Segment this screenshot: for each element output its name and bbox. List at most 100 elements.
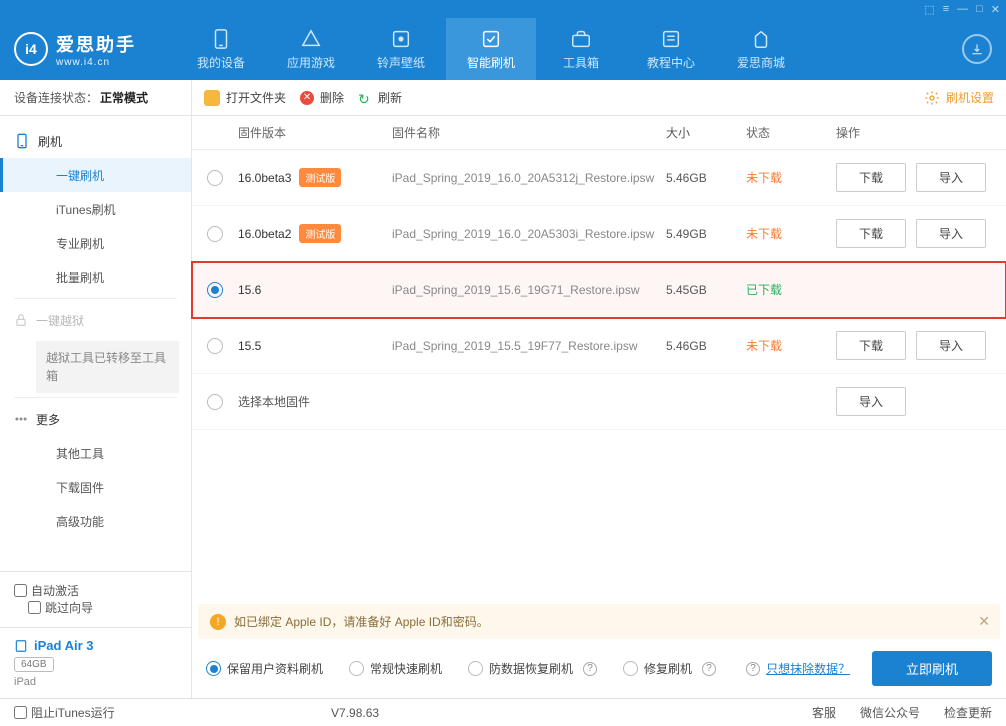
firmware-row[interactable]: 16.0beta3测试版iPad_Spring_2019_16.0_20A531…: [192, 150, 1006, 206]
device-card[interactable]: iPad Air 3 64GB iPad: [0, 627, 191, 698]
download-button[interactable]: 下载: [836, 219, 906, 248]
sidebar-item[interactable]: 一键刷机: [0, 158, 191, 192]
sidebar-item[interactable]: 批量刷机: [0, 260, 191, 294]
nav-icon: [480, 28, 502, 50]
row-radio[interactable]: [207, 170, 223, 186]
flash-option[interactable]: 防数据恢复刷机?: [468, 660, 597, 677]
win-close-icon[interactable]: ✕: [991, 3, 1000, 16]
win-btn[interactable]: ≡: [943, 3, 949, 15]
version-text: 16.0beta2: [238, 227, 291, 241]
nav-tab-4[interactable]: 工具箱: [536, 18, 626, 80]
nav-tab-1[interactable]: 应用游戏: [266, 18, 356, 80]
row-radio[interactable]: [207, 226, 223, 242]
titlebar: ⬚ ≡ — □ ✕: [0, 0, 1006, 18]
version-text: 15.5: [238, 339, 261, 353]
row-radio[interactable]: [207, 338, 223, 354]
nav-icon: [570, 28, 592, 50]
help-icon[interactable]: ?: [702, 662, 716, 676]
firmware-status: 未下载: [746, 225, 836, 242]
block-itunes-checkbox[interactable]: 阻止iTunes运行: [14, 704, 115, 721]
sidebar-item[interactable]: 专业刷机: [0, 226, 191, 260]
nav-icon: [300, 28, 322, 50]
sidebar-item[interactable]: 其他工具: [0, 436, 191, 470]
sidebar-item[interactable]: iTunes刷机: [0, 192, 191, 226]
firmware-size: 5.46GB: [666, 171, 746, 185]
only-erase-link[interactable]: 只想抹除数据？: [766, 660, 850, 677]
download-button[interactable]: 下载: [836, 331, 906, 360]
firmware-size: 5.49GB: [666, 227, 746, 241]
nav-tabs: 我的设备应用游戏铃声壁纸智能刷机工具箱教程中心爱思商城: [176, 18, 806, 80]
firmware-row[interactable]: 15.6iPad_Spring_2019_15.6_19G71_Restore.…: [192, 262, 1006, 318]
delete-icon: ✕: [300, 91, 314, 105]
ipad-icon: [14, 639, 28, 653]
footer-link[interactable]: 检查更新: [944, 704, 992, 721]
flash-now-button[interactable]: 立即刷机: [872, 651, 992, 686]
sidebar-group-more[interactable]: 更多: [0, 402, 191, 436]
app-title: 爱思助手: [56, 31, 136, 57]
sidebar-item[interactable]: 高级功能: [0, 504, 191, 538]
nav-tab-5[interactable]: 教程中心: [626, 18, 716, 80]
footer-link[interactable]: 客服: [812, 704, 836, 721]
import-button[interactable]: 导入: [836, 387, 906, 416]
import-button[interactable]: 导入: [916, 331, 986, 360]
flash-option[interactable]: 保留用户资料刷机: [206, 660, 323, 677]
nav-tab-2[interactable]: 铃声壁纸: [356, 18, 446, 80]
win-maximize-icon[interactable]: □: [976, 3, 983, 15]
firmware-size: 5.45GB: [666, 283, 746, 297]
firmware-name: iPad_Spring_2019_16.0_20A5312j_Restore.i…: [392, 171, 666, 185]
firmware-row[interactable]: 15.5 iPad_Spring_2019_15.5_19F77_Restore.…: [192, 318, 1006, 374]
col-name: 固件名称: [392, 124, 666, 141]
row-radio[interactable]: [207, 282, 223, 298]
beta-badge: 测试版: [299, 224, 341, 243]
win-btn[interactable]: ⬚: [924, 3, 934, 16]
sidebar-item[interactable]: 下载固件: [0, 470, 191, 504]
refresh-button[interactable]: ↻刷新: [358, 89, 402, 106]
win-minimize-icon[interactable]: —: [957, 3, 968, 15]
row-radio[interactable]: [207, 394, 223, 410]
skip-guide-checkbox[interactable]: 跳过向导: [28, 599, 93, 616]
firmware-status: 未下载: [746, 169, 836, 186]
option-radio[interactable]: [206, 661, 221, 676]
import-button[interactable]: 导入: [916, 163, 986, 192]
help-icon[interactable]: ?: [583, 662, 597, 676]
sidebar-group-jailbreak: 一键越狱: [0, 303, 191, 337]
version-text: 15.6: [238, 283, 261, 297]
nav-tab-3[interactable]: 智能刷机: [446, 18, 536, 80]
lock-icon: [14, 313, 28, 327]
gear-icon: [924, 90, 940, 106]
main: 打开文件夹 ✕删除 ↻刷新 刷机设置 固件版本 固件名称 大小 状态 操作 16…: [192, 80, 1006, 698]
version-text: 16.0beta3: [238, 171, 291, 185]
local-firmware-row[interactable]: 选择本地固件导入: [192, 374, 1006, 430]
delete-button[interactable]: ✕删除: [300, 89, 344, 106]
footer-link[interactable]: 微信公众号: [860, 704, 920, 721]
firmware-name: iPad_Spring_2019_16.0_20A5303i_Restore.i…: [392, 227, 666, 241]
firmware-status: 已下载: [746, 281, 836, 298]
auto-activate-checkbox[interactable]: 自动激活: [14, 582, 177, 599]
open-folder-button[interactable]: 打开文件夹: [204, 89, 286, 106]
flash-settings-button[interactable]: 刷机设置: [924, 89, 994, 106]
folder-icon: [204, 90, 220, 106]
footer: 阻止iTunes运行 V7.98.63 客服 微信公众号 检查更新: [0, 698, 1006, 726]
option-radio[interactable]: [349, 661, 364, 676]
sidebar-group-flash[interactable]: 刷机: [0, 124, 191, 158]
app-subtitle: www.i4.cn: [56, 57, 136, 68]
nav-icon: [750, 28, 772, 50]
nav-tab-6[interactable]: 爱思商城: [716, 18, 806, 80]
download-button[interactable]: 下载: [836, 163, 906, 192]
firmware-name: iPad_Spring_2019_15.5_19F77_Restore.ipsw: [392, 339, 666, 353]
help-icon[interactable]: ?: [746, 662, 760, 676]
nav-icon: [390, 28, 412, 50]
tip-close-icon[interactable]: ✕: [978, 613, 990, 630]
download-circle-icon[interactable]: [962, 34, 992, 64]
flash-option[interactable]: 常规快速刷机: [349, 660, 442, 677]
firmware-row[interactable]: 16.0beta2 测试版 iPad_Spring_2019_16.0_20A530…: [192, 206, 1006, 262]
col-status: 状态: [746, 124, 836, 141]
option-radio[interactable]: [623, 661, 638, 676]
logo: i4 爱思助手 www.i4.cn: [14, 31, 136, 68]
import-button[interactable]: 导入: [916, 219, 986, 248]
nav-tab-0[interactable]: 我的设备: [176, 18, 266, 80]
capacity-badge: 64GB: [14, 657, 54, 672]
version-label: V7.98.63: [331, 706, 379, 720]
option-radio[interactable]: [468, 661, 483, 676]
flash-option[interactable]: 修复刷机?: [623, 660, 716, 677]
